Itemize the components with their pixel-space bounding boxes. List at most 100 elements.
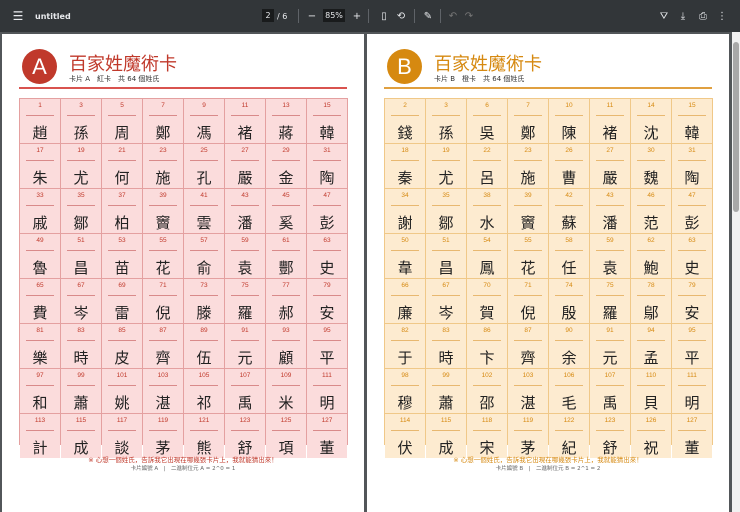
cell-divider [272, 430, 300, 431]
cell-surname: 沈 [643, 124, 659, 142]
cell-divider [231, 430, 259, 431]
cell-number: 93 [282, 327, 290, 334]
cell-divider [391, 340, 419, 341]
vertical-scrollbar[interactable] [732, 32, 740, 512]
surname-cell: 122 紀 [549, 414, 589, 458]
cell-divider [67, 205, 95, 206]
cell-number: 7 [526, 102, 530, 109]
cell-number: 67 [442, 282, 450, 289]
surname-cell: 51 昌 [61, 234, 101, 278]
cell-number: 97 [36, 372, 44, 379]
divider [298, 9, 299, 23]
cell-surname: 袁 [237, 259, 253, 277]
more-options-icon[interactable]: ⋮ [715, 0, 729, 32]
cell-divider [313, 160, 341, 161]
cell-number: 83 [442, 327, 450, 334]
cell-number: 41 [200, 192, 208, 199]
surname-cell: 83 時 [426, 324, 466, 368]
surname-cell: 41 雲 [184, 189, 224, 233]
cell-surname: 尤 [73, 169, 89, 187]
cell-surname: 施 [520, 169, 536, 187]
surname-cell: 91 元 [225, 324, 265, 368]
cell-number: 27 [606, 147, 614, 154]
cell-number: 74 [565, 282, 573, 289]
surname-cell: 86 卞 [467, 324, 507, 368]
cell-number: 15 [323, 102, 331, 109]
cell-divider [391, 430, 419, 431]
cell-number: 66 [401, 282, 409, 289]
cell-divider [272, 340, 300, 341]
cell-surname: 蕭 [73, 394, 89, 412]
cell-divider [108, 385, 136, 386]
surname-cell: 18 秦 [385, 144, 425, 188]
surname-cell: 45 奚 [266, 189, 306, 233]
surname-cell: 85 皮 [102, 324, 142, 368]
cell-divider [678, 250, 706, 251]
cell-divider [231, 115, 259, 116]
cell-surname: 袁 [602, 259, 618, 277]
download-icon[interactable]: ⤓ [676, 0, 690, 32]
surname-cell: 109 米 [266, 369, 306, 413]
zoom-input[interactable]: 85% [323, 9, 345, 22]
fit-page-icon[interactable]: ▯ [377, 0, 391, 32]
cell-surname: 余 [561, 349, 577, 367]
cell-divider [190, 115, 218, 116]
surname-cell: 77 郝 [266, 279, 306, 323]
cell-number: 14 [647, 102, 655, 109]
cell-surname: 羅 [237, 304, 253, 322]
cell-number: 111 [322, 372, 332, 379]
redo-icon[interactable]: ↷ [462, 0, 476, 32]
cell-number: 105 [198, 372, 210, 379]
scrollbar-thumb[interactable] [733, 42, 739, 212]
cell-divider [108, 115, 136, 116]
cell-surname: 伍 [196, 349, 212, 367]
surname-cell: 73 滕 [184, 279, 224, 323]
surname-cell: 91 元 [590, 324, 630, 368]
cell-divider [473, 205, 501, 206]
cell-number: 83 [77, 327, 85, 334]
cell-surname: 賀 [479, 304, 495, 322]
cell-divider [432, 430, 460, 431]
cell-number: 123 [239, 417, 251, 424]
cell-surname: 禹 [237, 394, 253, 412]
save-drive-icon[interactable]: ⛛ [657, 0, 671, 32]
cell-number: 123 [604, 417, 616, 424]
cell-divider [555, 430, 583, 431]
surname-cell: 63 史 [307, 234, 347, 278]
cell-surname: 平 [684, 349, 700, 367]
surname-cell: 114 伏 [385, 414, 425, 458]
cell-divider [555, 205, 583, 206]
menu-icon[interactable]: ☰ [10, 0, 26, 32]
print-icon[interactable]: ⎙ [696, 0, 710, 32]
cell-divider [432, 160, 460, 161]
cell-number: 43 [606, 192, 614, 199]
page-number-input[interactable]: 2 [262, 9, 274, 22]
cell-number: 77 [282, 282, 290, 289]
cell-number: 17 [36, 147, 44, 154]
cell-divider [108, 430, 136, 431]
cell-surname: 皮 [114, 349, 130, 367]
cell-number: 78 [647, 282, 655, 289]
cell-number: 101 [116, 372, 128, 379]
cell-number: 19 [77, 147, 85, 154]
annotate-icon[interactable]: ✎ [421, 0, 435, 32]
divider [368, 9, 369, 23]
zoom-out-icon[interactable]: − [305, 0, 319, 32]
cell-number: 35 [442, 192, 450, 199]
cell-surname: 俞 [196, 259, 212, 277]
cell-surname: 錢 [397, 124, 413, 142]
cell-number: 63 [688, 237, 696, 244]
surname-cell: 123 舒 [225, 414, 265, 458]
rotate-icon[interactable]: ⟲ [394, 0, 408, 32]
cell-surname: 金 [278, 169, 294, 187]
card-title: 百家姓魔術卡 [434, 54, 542, 75]
cell-number: 91 [241, 327, 249, 334]
zoom-in-icon[interactable]: + [350, 0, 364, 32]
cell-divider [26, 160, 54, 161]
cell-surname: 郝 [278, 304, 294, 322]
cell-divider [190, 340, 218, 341]
surname-cell: 5周 [102, 99, 142, 143]
cell-divider [108, 340, 136, 341]
cell-surname: 竇 [155, 214, 171, 232]
undo-icon[interactable]: ↶ [446, 0, 460, 32]
